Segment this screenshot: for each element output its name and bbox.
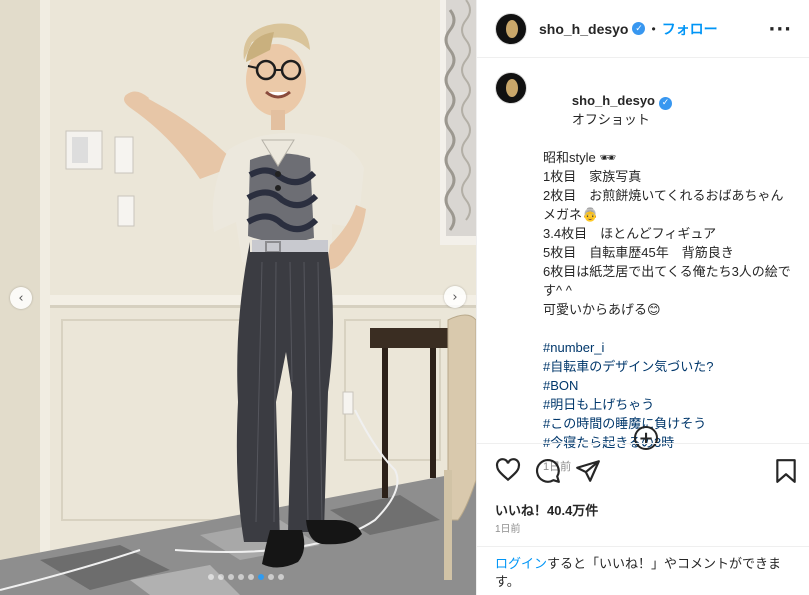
caption-hashtags: #number_i #自転車のデザイン気づいた? #BON #明日も上げちゃう #この時… — [543, 338, 795, 452]
hashtag-link[interactable]: #自転車のデザイン気づいた? — [543, 357, 795, 376]
previous-photo-button[interactable]: ‹ — [10, 287, 32, 309]
hashtag-link[interactable]: #number_i — [543, 338, 795, 357]
caption-line: 1枚目 家族写真 — [543, 169, 642, 184]
caption-avatar[interactable] — [495, 72, 527, 104]
caption-verified-badge-icon: ✓ — [659, 97, 672, 110]
carousel-dot — [248, 574, 254, 580]
hashtag-link[interactable]: #BON — [543, 376, 795, 395]
carousel-dot — [238, 574, 244, 580]
carousel-dot — [268, 574, 274, 580]
heart-icon[interactable] — [495, 458, 521, 484]
bookmark-icon[interactable] — [773, 458, 799, 484]
caption-line: 3.4枚目 ほとんどフィギュア — [543, 226, 717, 241]
carousel-dot — [258, 574, 264, 580]
caption-first-line: オフショット — [571, 112, 650, 127]
comment-icon[interactable] — [535, 458, 561, 484]
hashtag-link[interactable]: #この時間の睡魔に負けそう — [543, 414, 795, 433]
chevron-left-icon: ‹ — [18, 290, 24, 306]
login-link[interactable]: ログイン — [495, 556, 547, 571]
carousel-dot — [208, 574, 214, 580]
avatar[interactable] — [495, 12, 527, 45]
carousel-dot — [278, 574, 284, 580]
post-header: sho_h_desyo ✓ • フォロー ··· — [477, 0, 809, 58]
caption-body: sho_h_desyo ✓ オフショット 昭和style 🕶 1枚目 家族写真 2枚目… — [543, 72, 795, 477]
share-icon[interactable] — [575, 458, 601, 484]
verified-badge-icon: ✓ — [632, 22, 646, 35]
more-options-icon[interactable]: ··· — [768, 19, 792, 40]
carousel-dot — [218, 574, 224, 580]
caption-line: 2枚目 お煎餅焼いてくれるおばあちゃんメガネ👵 — [543, 188, 784, 222]
post-actions — [477, 443, 809, 499]
login-prompt: ログインすると「いいね！」やコメントができます。 — [477, 546, 809, 591]
carousel-dot — [228, 574, 234, 580]
caption-lines: 昭和style 🕶 1枚目 家族写真 2枚目 お煎餅焼いてくれるおばあちゃんメガネ👵… — [543, 148, 795, 319]
caption-line: 5枚目 自転車歴45年 背筋良き — [543, 245, 734, 260]
caption-username-link[interactable]: sho_h_desyo — [572, 93, 655, 108]
post-date: 1日前 — [495, 524, 521, 535]
carousel-indicator — [208, 574, 284, 580]
follow-button[interactable]: フォロー — [662, 19, 718, 39]
caption-line: 6枚目は紙芝居で出てくる俺たち3人の絵です^ ^ — [543, 264, 791, 298]
photo-illustration — [0, 0, 476, 595]
caption-line: 可愛いからあげる😊 — [543, 302, 661, 317]
caption-line: 昭和style 🕶 — [543, 150, 616, 165]
next-photo-button[interactable]: › — [444, 286, 466, 308]
likes-count[interactable]: いいね！40.4万件 — [495, 500, 598, 519]
hashtag-link[interactable]: #明日も上げちゃう — [543, 395, 795, 414]
post-side-panel: sho_h_desyo ✓ • フォロー ··· sho_h_desyo ✓ オフ… — [476, 0, 809, 595]
post-photo[interactable]: ‹ › — [0, 0, 476, 595]
separator-dot: • — [651, 21, 656, 36]
chevron-right-icon: › — [452, 289, 458, 305]
username-link[interactable]: sho_h_desyo — [539, 21, 628, 37]
